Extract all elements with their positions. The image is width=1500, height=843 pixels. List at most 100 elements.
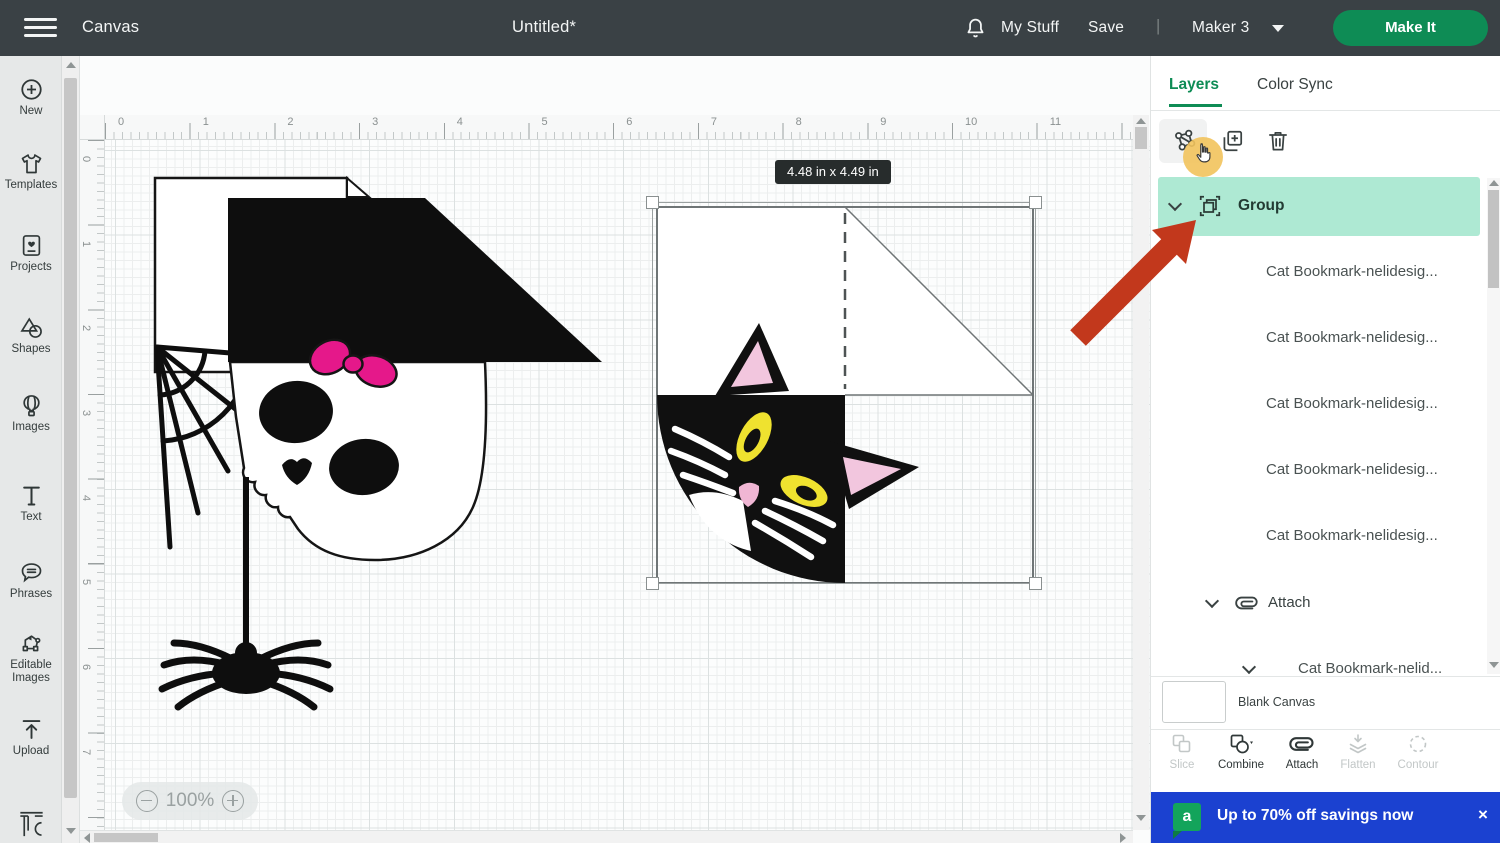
machine-selector[interactable]: Maker 3 <box>1192 19 1249 37</box>
selection-handle-top-right[interactable] <box>1029 196 1042 209</box>
ruler-number: 3 <box>372 116 378 128</box>
monogram-icon <box>17 808 46 842</box>
tab-color-sync[interactable]: Color Sync <box>1257 76 1333 94</box>
ruler-number: 7 <box>711 116 717 128</box>
contour-icon <box>1406 732 1430 756</box>
text-icon <box>18 482 45 509</box>
promo-banner[interactable]: a Up to 70% off savings now × <box>1151 792 1500 843</box>
canvas-area[interactable]: 01234567891011 012345678 <box>62 56 1150 843</box>
shapes-icon <box>18 314 45 341</box>
selection-handle-bottom-left[interactable] <box>646 577 659 590</box>
sidebar-item-new[interactable]: New <box>0 76 62 118</box>
ruler-number: 8 <box>796 116 802 128</box>
ruler-number: 4 <box>80 495 92 501</box>
promo-logo: a <box>1173 803 1201 831</box>
sidebar-item-text[interactable]: Text <box>0 482 62 524</box>
sidebar-item-images[interactable]: Images <box>0 392 62 434</box>
sidebar-item-projects[interactable]: Projects <box>0 232 62 274</box>
attach-chevron-down-icon[interactable] <box>1205 594 1219 608</box>
action-combine[interactable]: Combine <box>1212 732 1270 771</box>
nested-chevron-down-icon[interactable] <box>1242 660 1256 674</box>
layer-row-nested[interactable]: Cat Bookmark-nelid... <box>1151 658 1487 682</box>
ruler-number: 3 <box>80 410 92 416</box>
banner-close-icon[interactable]: × <box>1478 805 1488 825</box>
annotation-arrow <box>1050 200 1210 360</box>
layers-scrollbar[interactable] <box>1487 178 1500 674</box>
new-plus-icon <box>18 76 45 103</box>
blank-canvas-label: Blank Canvas <box>1238 695 1315 709</box>
ruler-number: 5 <box>542 116 548 128</box>
selection-bounding-box[interactable] <box>652 202 1036 584</box>
projects-card-icon <box>18 232 45 259</box>
action-attach[interactable]: Attach <box>1273 732 1331 771</box>
make-it-button[interactable]: Make It <box>1333 10 1488 46</box>
combine-icon <box>1228 732 1254 756</box>
witch-hat <box>228 198 602 362</box>
ruler-number: 1 <box>203 116 209 128</box>
ruler-number: 2 <box>287 116 293 128</box>
sidebar-item-editable-images[interactable]: Editable Images <box>0 630 62 685</box>
upload-icon <box>18 716 45 743</box>
zoom-out-button[interactable] <box>136 790 158 812</box>
sidebar-item-templates[interactable]: Templates <box>0 150 62 192</box>
ruler-number: 0 <box>118 116 124 128</box>
ruler-number: 10 <box>965 116 977 128</box>
sidebar-item-shapes[interactable]: Shapes <box>0 314 62 356</box>
selection-handle-top-left[interactable] <box>646 196 659 209</box>
design-sidebar: New Templates Projects Shapes <box>0 56 62 843</box>
ruler-number: 6 <box>80 664 92 670</box>
ruler-number: 1 <box>80 241 92 247</box>
layer-item-4[interactable]: Cat Bookmark-nelidesig... <box>1266 460 1438 480</box>
group-label: Group <box>1238 197 1285 215</box>
action-contour: Contour <box>1389 732 1447 771</box>
ruler-number: 7 <box>80 748 92 754</box>
attach-layer-icon <box>1234 593 1260 613</box>
ruler-number: 11 <box>1050 116 1061 128</box>
menu-icon[interactable] <box>24 18 57 38</box>
machine-chevron-down-icon[interactable] <box>1272 25 1284 32</box>
sidebar-item-phrases[interactable]: Phrases <box>0 559 62 601</box>
blank-canvas-swatch[interactable] <box>1162 681 1226 723</box>
layer-item-3[interactable]: Cat Bookmark-nelidesig... <box>1266 394 1438 414</box>
topbar-divider: | <box>1156 17 1161 36</box>
canvas-horizontal-scrollbar[interactable] <box>80 830 1133 843</box>
layer-item-2[interactable]: Cat Bookmark-nelidesig... <box>1266 328 1438 348</box>
ruler-number: 0 <box>80 156 92 162</box>
ruler-corner <box>80 115 105 140</box>
attach-action-icon <box>1288 732 1316 756</box>
phrases-bubble-icon <box>18 559 45 586</box>
action-flatten: Flatten <box>1329 732 1387 771</box>
active-tab-underline <box>1169 104 1222 107</box>
ruler-vertical: 012345678 <box>80 140 105 830</box>
zoom-control: 100% <box>122 782 258 820</box>
ruler-number: 4 <box>457 116 463 128</box>
layer-item-1[interactable]: Cat Bookmark-nelidesig... <box>1266 262 1438 282</box>
duplicate-button[interactable] <box>1219 128 1245 154</box>
sidebar-item-monogram[interactable] <box>0 808 62 842</box>
document-title[interactable]: Untitled* <box>512 18 576 37</box>
slice-icon <box>1170 732 1194 756</box>
app-window: Canvas Untitled* My Stuff Save | Maker 3… <box>0 0 1500 843</box>
ruler-number: 5 <box>80 579 92 585</box>
ruler-horizontal: 01234567891011 <box>105 115 1133 140</box>
images-balloon-icon <box>18 392 45 419</box>
hand-cursor-icon <box>1191 141 1217 169</box>
ruler-number: 9 <box>880 116 886 128</box>
top-bar: Canvas Untitled* My Stuff Save | Maker 3… <box>0 0 1500 56</box>
notifications-bell-icon[interactable] <box>963 15 988 41</box>
my-stuff-link[interactable]: My Stuff <box>1001 19 1059 37</box>
save-link[interactable]: Save <box>1088 19 1124 37</box>
templates-shirt-icon <box>18 150 45 177</box>
delete-button[interactable] <box>1265 128 1291 154</box>
layer-item-5[interactable]: Cat Bookmark-nelidesig... <box>1266 526 1438 546</box>
tab-layers[interactable]: Layers <box>1169 76 1219 94</box>
zoom-in-button[interactable] <box>222 790 244 812</box>
editable-images-icon <box>18 630 45 657</box>
canvas-left-scrollbar[interactable] <box>62 56 80 843</box>
promo-text: Up to 70% off savings now <box>1217 807 1413 825</box>
skull-bookmark-artwork[interactable] <box>140 165 620 725</box>
layer-row-attach[interactable]: Attach <box>1151 592 1487 616</box>
action-slice: Slice <box>1153 732 1211 771</box>
selection-handle-bottom-right[interactable] <box>1029 577 1042 590</box>
sidebar-item-upload[interactable]: Upload <box>0 716 62 758</box>
